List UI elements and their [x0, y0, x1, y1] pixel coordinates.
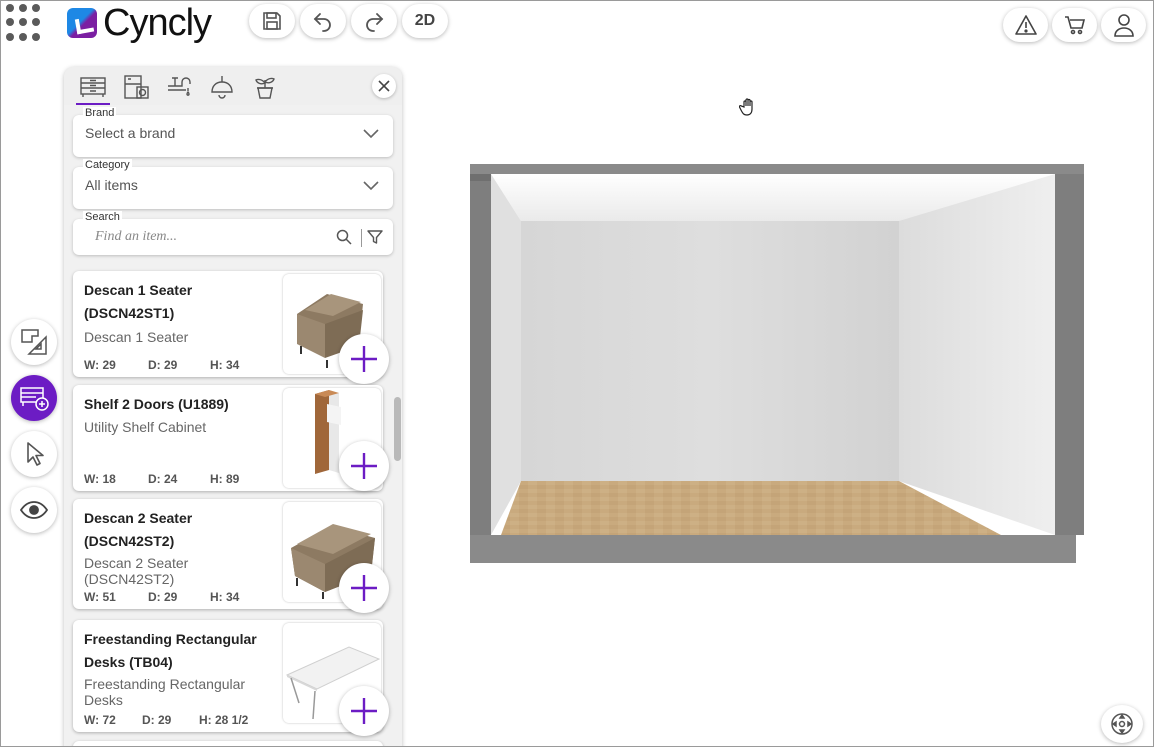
catalog-tabs: [64, 67, 402, 105]
item-height: H: 28 1/2: [199, 713, 249, 727]
app-logo: Cyncly: [67, 2, 212, 44]
item-width: W: 18: [84, 472, 116, 486]
furniture-add-icon: [20, 387, 49, 411]
redo-button[interactable]: [351, 4, 397, 38]
tab-decor[interactable]: [248, 71, 282, 103]
dresser-icon: [80, 77, 106, 97]
view-2d-button[interactable]: 2D: [402, 4, 448, 38]
app-name: Cyncly: [103, 2, 212, 44]
category-value: All items: [85, 177, 138, 193]
item-description: Descan 2 Seater (DSCN42ST2): [84, 555, 189, 587]
plus-icon: [351, 346, 377, 372]
search-button[interactable]: [336, 229, 352, 250]
search-input[interactable]: [95, 229, 325, 245]
panel-close-button[interactable]: [372, 74, 396, 98]
user-account-button[interactable]: [1101, 8, 1146, 42]
apps-menu-icon[interactable]: [6, 4, 44, 42]
room-3d-viewport[interactable]: [411, 61, 1151, 741]
tab-lighting[interactable]: [205, 71, 239, 103]
list-scrollbar-thumb[interactable]: [394, 397, 401, 461]
plus-icon: [351, 575, 377, 601]
category-select[interactable]: Category All items: [73, 159, 393, 209]
brand-label: Brand: [83, 107, 117, 119]
search-icon: [336, 229, 352, 245]
potted-plant-icon: [255, 77, 275, 99]
item-depth: D: 24: [148, 472, 178, 486]
tab-appliances[interactable]: [119, 71, 153, 103]
app-window: Cyncly 2D Brand Select a brand Category …: [0, 0, 1154, 747]
close-icon: [378, 80, 390, 92]
category-label: Category: [83, 159, 132, 171]
search-divider: [361, 229, 362, 247]
search-label: Search: [83, 211, 122, 223]
list-item[interactable]: Freestanding Rectangular Desks (TB04) Fr…: [73, 620, 389, 736]
brand-value: Select a brand: [85, 125, 176, 141]
save-button[interactable]: [249, 4, 295, 38]
navigation-control-button[interactable]: [1101, 705, 1143, 743]
list-item[interactable]: [73, 741, 383, 746]
list-item[interactable]: Descan 1 Seater (DSCN42ST1) Descan 1 Sea…: [73, 271, 389, 384]
search-field: Search: [73, 211, 393, 255]
catalog-panel: Brand Select a brand Category All items …: [64, 67, 402, 746]
filter-icon: [367, 230, 383, 244]
item-title: Shelf 2 Doors (U1889): [84, 396, 229, 412]
undo-icon: [313, 13, 331, 32]
chevron-down-icon: [363, 129, 379, 139]
item-description: Freestanding Rectangular Desks: [84, 676, 246, 708]
grab-hand-cursor-icon: [739, 98, 753, 116]
item-depth: D: 29: [148, 590, 178, 604]
add-item-button[interactable]: [339, 686, 389, 736]
add-furniture-tool-button[interactable]: [11, 375, 57, 421]
ceiling-lamp-icon: [211, 76, 233, 99]
add-item-button[interactable]: [339, 563, 389, 613]
cart-icon: [1064, 16, 1085, 35]
item-title: Descan 2 Seater (DSCN42ST2): [84, 510, 193, 549]
item-width: W: 29: [84, 358, 116, 372]
save-icon: [263, 12, 281, 30]
cyncly-logo-icon: [67, 8, 97, 38]
select-tool-button[interactable]: [11, 431, 57, 477]
faucet-icon: [168, 77, 191, 96]
item-description: Descan 1 Seater: [84, 329, 189, 345]
plus-icon: [351, 698, 377, 724]
item-title: Freestanding Rectangular Desks (TB04): [84, 631, 257, 670]
item-height: H: 89: [210, 472, 240, 486]
redo-icon: [366, 13, 384, 32]
view-tool-button[interactable]: [11, 487, 57, 533]
item-height: H: 34: [210, 358, 240, 372]
item-depth: D: 29: [148, 358, 178, 372]
filter-button[interactable]: [367, 229, 383, 250]
tab-furniture[interactable]: [76, 71, 110, 105]
cursor-arrow-icon: [27, 442, 44, 466]
brand-select[interactable]: Brand Select a brand: [73, 107, 393, 157]
item-description: Utility Shelf Cabinet: [84, 419, 207, 435]
eye-icon: [19, 501, 49, 519]
cart-button[interactable]: [1052, 8, 1097, 42]
add-item-button[interactable]: [339, 334, 389, 384]
chevron-down-icon: [363, 181, 379, 191]
item-title: Descan 1 Seater (DSCN42ST1): [84, 282, 193, 321]
list-item[interactable]: Descan 2 Seater (DSCN42ST2) Descan 2 Sea…: [73, 499, 389, 613]
plus-icon: [351, 453, 377, 479]
appliance-icon: [124, 75, 149, 99]
item-width: W: 72: [84, 713, 116, 727]
floorplan-ruler-icon: [21, 329, 47, 355]
floorplan-tool-button[interactable]: [11, 319, 57, 365]
list-item[interactable]: Shelf 2 Doors (U1889) Utility Shelf Cabi…: [73, 385, 389, 491]
undo-button[interactable]: [300, 4, 346, 38]
add-item-button[interactable]: [339, 441, 389, 491]
navigation-compass-icon: [1111, 713, 1133, 735]
tab-plumbing[interactable]: [162, 71, 196, 103]
warning-icon: [1014, 15, 1037, 35]
item-height: H: 34: [210, 590, 240, 604]
list-scrollbar-track[interactable]: [393, 267, 401, 746]
item-list: Descan 1 Seater (DSCN42ST1) Descan 1 Sea…: [64, 267, 402, 746]
user-icon: [1113, 14, 1134, 37]
room-render: [470, 164, 1084, 563]
item-width: W: 51: [84, 590, 116, 604]
warnings-button[interactable]: [1003, 8, 1048, 42]
item-depth: D: 29: [142, 713, 172, 727]
